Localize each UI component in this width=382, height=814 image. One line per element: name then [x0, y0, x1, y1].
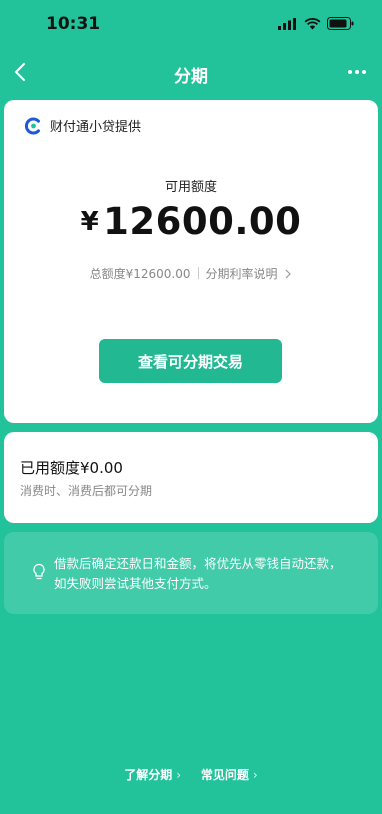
status-bar: 10:31 [0, 0, 382, 48]
tip-text: 借款后确定还款日和金额，将优先从零钱自动还款，如失败则尝试其他支付方式。 [54, 556, 342, 591]
chevron-right-icon [285, 269, 292, 279]
faq-link[interactable]: 常见问题 › [201, 766, 258, 783]
signal-icon [278, 17, 296, 30]
provider-text: 财付通小贷提供 [50, 120, 142, 135]
learn-installment-label: 了解分期 [124, 768, 173, 782]
lightbulb-icon [33, 563, 45, 580]
used-quota-line: 已用额度¥0.00 [20, 457, 123, 478]
repayment-tip: 借款后确定还款日和金额，将优先从零钱自动还款，如失败则尝试其他支付方式。 [4, 532, 378, 614]
currency-symbol: ¥ [80, 207, 100, 237]
status-icons [278, 17, 354, 30]
more-button[interactable] [344, 60, 370, 84]
quota-card: 财付通小贷提供 可用额度 ¥12600.00 总额度¥12600.00 分期利率说… [4, 100, 378, 423]
rate-description-label: 分期利率说明 [205, 267, 278, 281]
used-quota-card: 已用额度¥0.00 消费时、消费后都可分期 [4, 432, 378, 523]
used-quota-value: ¥0.00 [80, 459, 123, 477]
page-title: 分期 [174, 67, 208, 87]
learn-installment-link[interactable]: 了解分期 › [124, 766, 181, 783]
total-quota-text: 总额度¥12600.00 [89, 267, 191, 281]
chevron-right-icon: › [252, 767, 258, 782]
rate-description-link[interactable]: 分期利率说明 [206, 267, 293, 281]
tenpay-logo-icon [24, 117, 40, 134]
status-time: 10:31 [46, 14, 101, 34]
quota-meta: 总额度¥12600.00 分期利率说明 [4, 265, 378, 282]
wifi-icon [304, 17, 321, 29]
faq-label: 常见问题 [200, 768, 249, 782]
divider [197, 267, 199, 279]
footer-links: 了解分期 › 常见问题 › [0, 766, 382, 783]
provider-info: 财付通小贷提供 [24, 116, 141, 135]
battery-icon [327, 17, 354, 30]
more-icon [348, 70, 366, 74]
available-quota-amount: ¥12600.00 [4, 200, 378, 243]
available-quota-label: 可用额度 [164, 180, 217, 195]
quota-amount-value: 12600.00 [103, 200, 302, 243]
view-installment-button[interactable]: 查看可分期交易 [99, 339, 282, 383]
used-quota-subtitle: 消费时、消费后都可分期 [20, 484, 153, 498]
chevron-right-icon: › [176, 767, 182, 782]
used-quota-label: 已用额度 [20, 459, 81, 477]
navigation-bar: 分期 [0, 50, 382, 94]
